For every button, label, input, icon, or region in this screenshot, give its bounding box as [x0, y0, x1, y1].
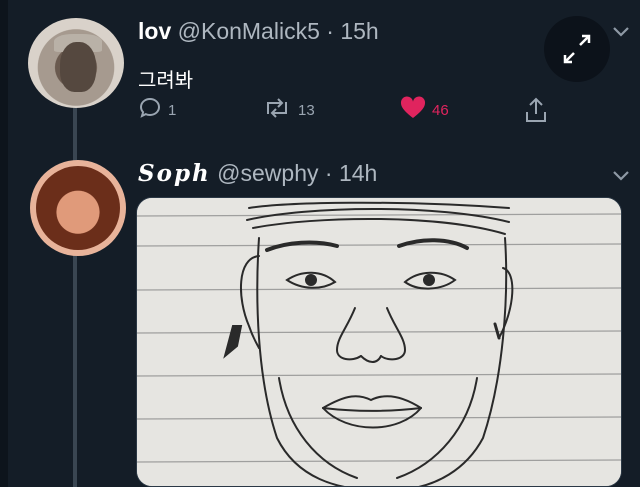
reply-button[interactable]: 1: [138, 96, 176, 124]
tweet-header: Soph @sewphy · 14h: [138, 160, 377, 187]
chevron-down-icon[interactable]: [612, 166, 630, 181]
reply-count: 1: [168, 101, 177, 119]
tweet-actions: 1 13 46: [138, 96, 558, 130]
handle[interactable]: @sewphy: [217, 160, 318, 186]
like-count: 46: [432, 101, 449, 119]
retweet-button[interactable]: 13: [262, 96, 315, 124]
tweet-header: lov @KonMalick5 · 15h: [138, 18, 379, 45]
timeline: lov @KonMalick5 · 15h 그려봐 1 13 46 Soph @…: [0, 0, 640, 487]
avatar[interactable]: [28, 18, 124, 108]
display-name[interactable]: lov: [138, 18, 171, 44]
tweet-text: 그려봐: [138, 70, 194, 92]
separator: ·: [324, 160, 333, 186]
timestamp[interactable]: 14h: [339, 160, 377, 186]
avatar[interactable]: [30, 160, 126, 256]
like-button[interactable]: 46: [400, 96, 449, 124]
display-name[interactable]: Soph: [138, 160, 211, 187]
left-edge: [0, 0, 8, 487]
share-icon: [524, 96, 548, 128]
share-button[interactable]: [524, 96, 548, 128]
separator: ·: [326, 18, 334, 44]
expand-button[interactable]: [544, 16, 610, 82]
retweet-count: 13: [298, 101, 315, 119]
avatar-face: [60, 42, 96, 92]
retweet-icon: [262, 96, 292, 124]
face-sketch-drawing: [137, 198, 621, 486]
chevron-down-icon[interactable]: [612, 22, 630, 37]
expand-icon: [544, 34, 610, 86]
heart-icon: [400, 96, 426, 124]
media-image[interactable]: [136, 197, 622, 487]
timestamp[interactable]: 15h: [340, 18, 378, 44]
avatar-hair: [36, 166, 120, 250]
reply-icon: [138, 96, 162, 124]
handle[interactable]: @KonMalick5: [178, 18, 320, 44]
